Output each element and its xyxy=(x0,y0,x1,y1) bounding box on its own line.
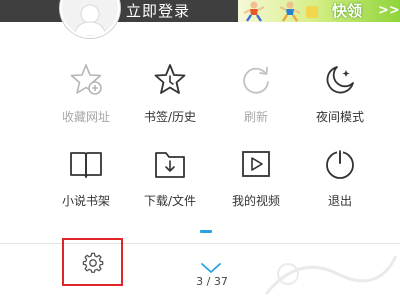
menu-label-my-videos: 我的视频 xyxy=(231,194,280,208)
menu-label-exit: 退出 xyxy=(327,194,352,208)
ad-banner[interactable]: 快领 >> xyxy=(238,0,400,22)
menu-item-downloads-files[interactable]: 下载/文件 xyxy=(128,146,212,209)
user-silhouette-icon xyxy=(73,4,107,36)
book-icon xyxy=(70,152,102,178)
avatar[interactable] xyxy=(60,0,120,38)
menu-item-refresh[interactable]: 刷新 xyxy=(214,62,298,125)
login-link[interactable]: 立即登录 xyxy=(126,0,190,22)
browser-menu-screen: 立即登录 快领 >> 收藏网址 书签/历史 刷新 夜间模式 小说书架 下载/文件… xyxy=(0,0,400,300)
menu-label-refresh: 刷新 xyxy=(243,110,268,124)
ad-arrows: >> xyxy=(378,3,400,18)
folder-download-icon xyxy=(155,152,185,178)
menu-label-night-mode: 夜间模式 xyxy=(315,110,364,124)
video-play-icon xyxy=(242,151,270,177)
page-counter: 3 / 37 xyxy=(196,275,228,288)
menu-label-bookmarks-history: 书签/历史 xyxy=(143,110,197,124)
running-figures-icon xyxy=(243,1,318,22)
menu-item-exit[interactable]: 退出 xyxy=(298,146,382,209)
settings-button[interactable] xyxy=(62,238,123,286)
menu-item-night-mode[interactable]: 夜间模式 xyxy=(298,62,382,125)
menu-label-downloads-files: 下载/文件 xyxy=(143,194,197,208)
refresh-icon xyxy=(243,66,269,94)
menu-label-novel-shelf: 小说书架 xyxy=(61,194,110,208)
menu-item-my-videos[interactable]: 我的视频 xyxy=(214,146,298,209)
star-clock-icon xyxy=(154,64,186,94)
menu-item-bookmarks-history[interactable]: 书签/历史 xyxy=(128,62,212,125)
power-icon xyxy=(326,148,354,179)
ad-label: 快领 xyxy=(332,2,363,20)
star-add-icon xyxy=(70,64,102,95)
menu-item-add-bookmark[interactable]: 收藏网址 xyxy=(44,62,128,125)
menu-item-novel-shelf[interactable]: 小说书架 xyxy=(44,146,128,209)
header-bar: 立即登录 快领 >> xyxy=(0,0,400,38)
watermark-logo xyxy=(264,255,398,295)
menu-label-add-bookmark: 收藏网址 xyxy=(61,110,110,124)
moon-icon xyxy=(326,66,354,94)
page-indicator-dot xyxy=(200,230,212,233)
gear-icon xyxy=(82,252,104,273)
chevron-down-icon[interactable] xyxy=(200,262,222,274)
